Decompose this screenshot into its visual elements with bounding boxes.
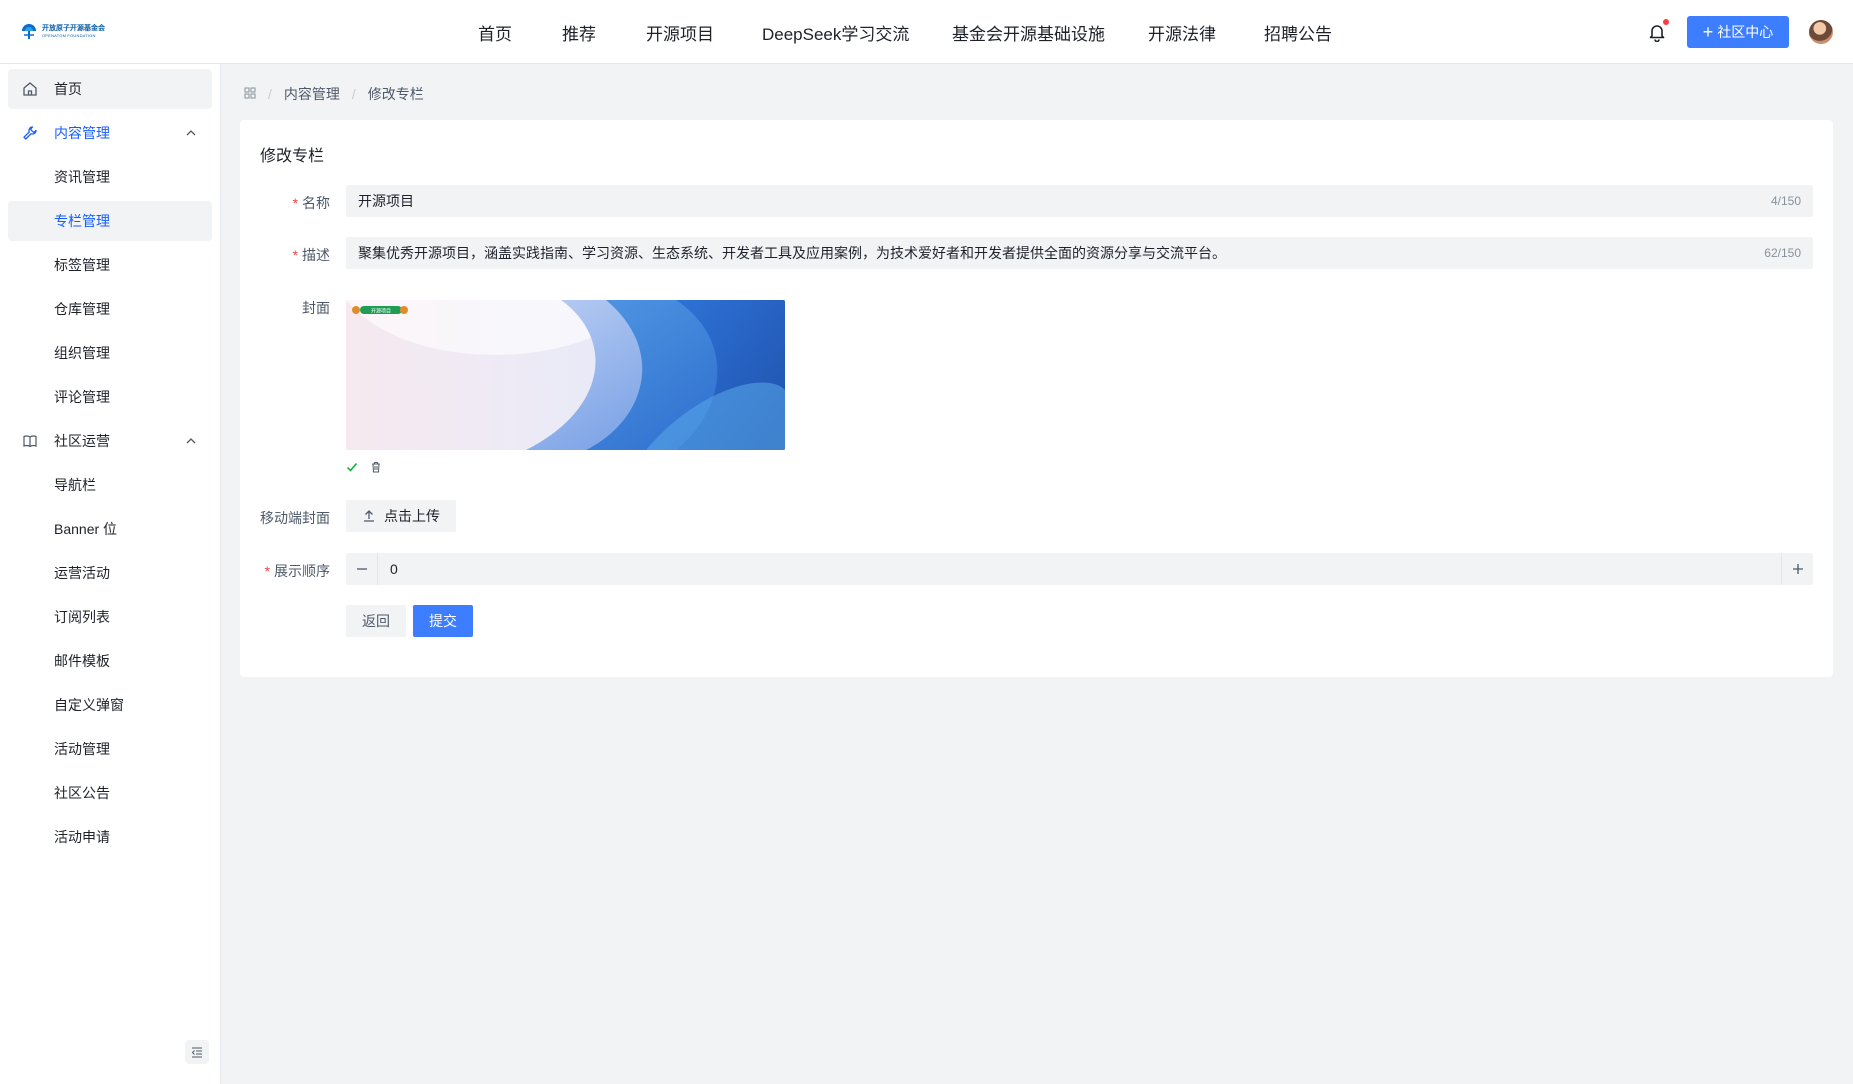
apps-icon[interactable] xyxy=(244,86,256,102)
nav-open-source-law[interactable]: 开源法律 xyxy=(1148,20,1216,45)
order-value: 0 xyxy=(390,561,398,577)
desc-value: 聚集优秀开源项目，涵盖实践指南、学习资源、生态系统、开发者工具及应用案例，为技术… xyxy=(358,245,1226,261)
sidebar-item-event-applications[interactable]: 活动申请 xyxy=(8,817,212,857)
decrement-button[interactable] xyxy=(346,553,378,585)
sidebar-item-label: Banner 位 xyxy=(54,521,118,537)
desc-input[interactable]: 聚集优秀开源项目，涵盖实践指南、学习资源、生态系统、开发者工具及应用案例，为技术… xyxy=(346,237,1813,269)
avatar[interactable] xyxy=(1809,20,1833,44)
sidebar-group-community[interactable]: 社区运营 xyxy=(8,421,212,461)
sidebar-group-label: 内容管理 xyxy=(54,125,110,141)
home-icon xyxy=(22,81,38,97)
name-input[interactable]: 开源项目 4/150 xyxy=(346,185,1813,217)
sidebar-item-label: 评论管理 xyxy=(54,389,110,405)
logo-text-en: OPENATOM FOUNDATION xyxy=(42,32,96,38)
notification-dot xyxy=(1663,19,1669,25)
openatom-logo-icon xyxy=(20,22,38,40)
sidebar-group-content[interactable]: 内容管理 xyxy=(8,113,212,153)
cover-actions xyxy=(346,460,382,476)
breadcrumb: / 内容管理 / 修改专栏 xyxy=(244,84,424,104)
check-icon xyxy=(346,460,358,476)
name-label: * 名称 xyxy=(292,195,330,211)
community-center-label: 社区中心 xyxy=(1717,24,1774,40)
community-center-button[interactable]: + 社区中心 xyxy=(1687,16,1789,48)
sidebar-item-events[interactable]: 活动管理 xyxy=(8,729,212,769)
breadcrumb-current: 修改专栏 xyxy=(367,86,424,102)
sidebar-group-label: 社区运营 xyxy=(54,433,110,449)
sidebar-item-label: 导航栏 xyxy=(54,477,96,493)
sidebar-item-label: 资讯管理 xyxy=(54,169,110,185)
nav-recruitment[interactable]: 招聘公告 xyxy=(1264,20,1332,45)
sidebar-item-label: 活动管理 xyxy=(54,741,110,757)
sidebar-item-news[interactable]: 资讯管理 xyxy=(8,157,212,197)
cover-label: 封面 xyxy=(302,300,330,316)
sidebar-item-subscriptions[interactable]: 订阅列表 xyxy=(8,597,212,637)
minus-icon xyxy=(356,568,367,570)
sidebar-item-label: 首页 xyxy=(54,81,82,97)
sidebar-item-label: 组织管理 xyxy=(54,345,110,361)
wrench-icon xyxy=(22,125,38,141)
sidebar-item-comments[interactable]: 评论管理 xyxy=(8,377,212,417)
delete-icon[interactable] xyxy=(370,460,382,476)
chevron-up-icon xyxy=(184,434,198,448)
sidebar-item-label: 活动申请 xyxy=(54,829,110,845)
plus-icon: + xyxy=(1702,22,1714,42)
sidebar-item-label: 仓库管理 xyxy=(54,301,110,317)
name-char-count: 4/150 xyxy=(1770,194,1801,208)
sidebar-item-label: 邮件模板 xyxy=(54,653,110,669)
plus-icon xyxy=(1792,564,1803,574)
sidebar-item-custom-popup[interactable]: 自定义弹窗 xyxy=(8,685,212,725)
back-button[interactable]: 返回 xyxy=(346,605,406,637)
book-icon xyxy=(22,433,38,449)
page-title: 修改专栏 xyxy=(260,148,325,165)
upload-button[interactable]: 点击上传 xyxy=(346,500,456,532)
sidebar-item-label: 专栏管理 xyxy=(54,213,110,229)
nav-recommend[interactable]: 推荐 xyxy=(562,20,596,45)
menu-fold-icon xyxy=(191,1047,202,1058)
logo[interactable]: 开放原子开源基金会 OPENATOM FOUNDATION xyxy=(20,22,105,40)
upload-icon xyxy=(364,510,374,522)
logo-text-cn: 开放原子开源基金会 xyxy=(42,24,105,32)
sidebar-item-announcements[interactable]: 社区公告 xyxy=(8,773,212,813)
sidebar-item-label: 订阅列表 xyxy=(54,609,110,625)
nav-open-source-projects[interactable]: 开源项目 xyxy=(646,20,714,45)
sidebar-item-label: 标签管理 xyxy=(54,257,110,273)
breadcrumb-item[interactable]: 内容管理 xyxy=(284,84,340,104)
sidebar-item-orgs[interactable]: 组织管理 xyxy=(8,333,212,373)
collapse-sidebar-button[interactable] xyxy=(185,1040,209,1064)
sidebar-item-label: 运营活动 xyxy=(54,565,110,581)
cover-badge: 开源项目 xyxy=(371,308,391,315)
desc-char-count: 62/150 xyxy=(1764,246,1801,260)
submit-button[interactable]: 提交 xyxy=(413,605,473,637)
order-label: * 展示顺序 xyxy=(264,563,330,579)
sidebar-item-label: 自定义弹窗 xyxy=(54,697,124,713)
edit-column-card: 修改专栏 * 名称 开源项目 4/150 * 描述 聚集优秀开源项目，涵盖实践指南、… xyxy=(240,120,1833,677)
sidebar-item-email-templates[interactable]: 邮件模板 xyxy=(8,641,212,681)
sidebar-item-home[interactable]: 首页 xyxy=(8,69,212,109)
chevron-up-icon xyxy=(184,126,198,140)
upload-label: 点击上传 xyxy=(384,508,440,524)
cover-image[interactable]: 开源项目 xyxy=(346,300,785,450)
increment-button[interactable] xyxy=(1781,553,1813,585)
sidebar-item-label: 社区公告 xyxy=(54,785,110,801)
name-value: 开源项目 xyxy=(358,193,414,209)
nav-home[interactable]: 首页 xyxy=(478,20,512,45)
nav-deepseek[interactable]: DeepSeek学习交流 xyxy=(762,20,909,45)
main-nav: 首页 推荐 开源项目 DeepSeek学习交流 基金会开源基础设施 开源法律 招… xyxy=(0,0,1853,64)
mobile-cover-label: 移动端封面 xyxy=(260,510,330,526)
order-stepper[interactable]: 0 xyxy=(346,553,1813,585)
top-header: 开放原子开源基金会 OPENATOM FOUNDATION 首页 推荐 开源项目… xyxy=(0,0,1853,64)
nav-infrastructure[interactable]: 基金会开源基础设施 xyxy=(952,20,1105,45)
bell-icon[interactable] xyxy=(1648,19,1669,43)
sidebar-item-navbar[interactable]: 导航栏 xyxy=(8,465,212,505)
desc-label: * 描述 xyxy=(292,247,330,263)
